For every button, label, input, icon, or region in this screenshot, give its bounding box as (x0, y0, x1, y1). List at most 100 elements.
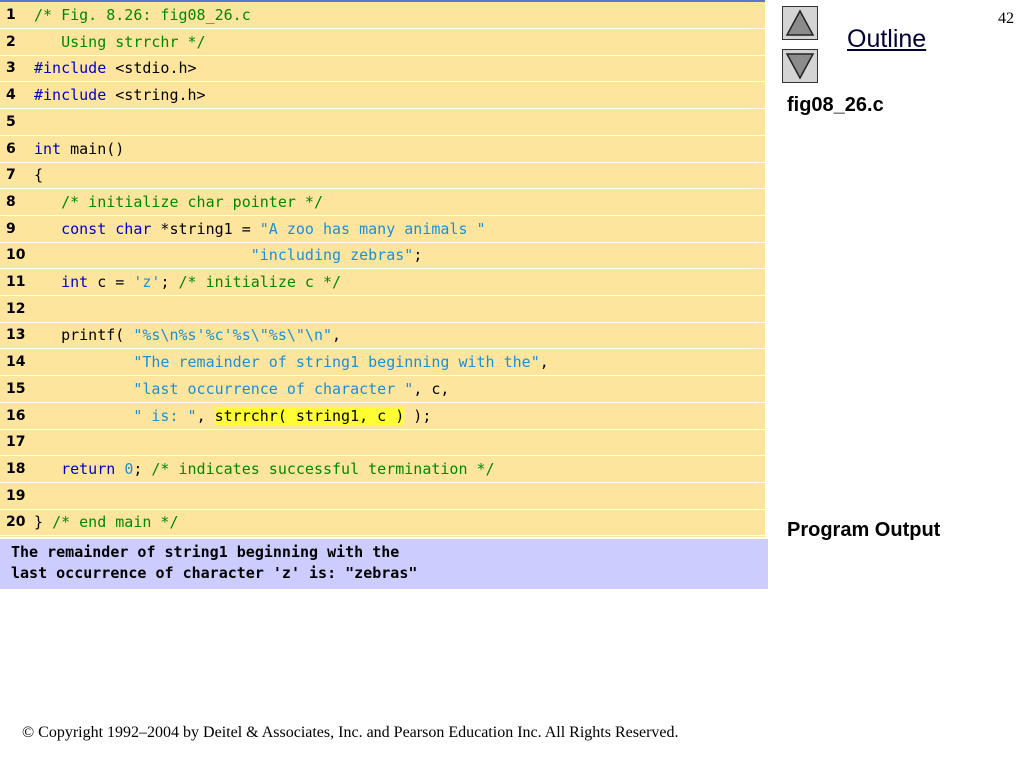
code-text: } /* end main */ (34, 509, 179, 535)
code-line: 16 " is: ", strrchr( string1, c ) ); (0, 403, 765, 430)
code-token: "%s\n%s'%c'%s\"%s\"\n" (133, 326, 333, 344)
code-text: { (34, 162, 43, 188)
program-output-label: Program Output (787, 519, 941, 541)
line-number: 16 (6, 408, 26, 424)
code-token: ); (404, 407, 432, 425)
code-text: /* initialize char pointer */ (34, 189, 323, 215)
line-number: 6 (6, 141, 16, 157)
code-line: 5 (0, 109, 765, 136)
line-number: 9 (6, 221, 16, 237)
code-token: 0 (124, 460, 134, 478)
code-token: 'z' (133, 273, 161, 291)
code-token: printf( (34, 326, 134, 344)
code-token: , (539, 353, 549, 371)
code-token: main() (61, 140, 125, 158)
code-text: #include <string.h> (34, 82, 206, 108)
code-token: ; (160, 273, 179, 291)
outline-link[interactable]: Outline (847, 25, 926, 54)
code-token: , (196, 407, 215, 425)
triangle-down-icon (785, 53, 815, 80)
code-line: 2 Using strrchr */ (0, 29, 765, 56)
code-token: <stdio.h> (106, 59, 197, 77)
line-number: 19 (6, 488, 26, 504)
code-token: /* initialize c */ (178, 273, 342, 291)
code-line: 9 const char *string1 = "A zoo has many … (0, 216, 765, 243)
code-token: ; (133, 460, 152, 478)
line-number: 13 (6, 327, 26, 343)
code-token: return (61, 460, 116, 478)
code-token: /* Fig. 8.26: fig08_26.c (34, 6, 251, 24)
code-line: 14 "The remainder of string1 beginning w… (0, 349, 765, 376)
code-token: } (34, 513, 53, 531)
code-token: "A zoo has many animals " (259, 220, 486, 238)
line-number: 10 (6, 247, 26, 263)
code-text: return 0; /* indicates successful termin… (34, 456, 495, 482)
code-line: 19 (0, 483, 765, 510)
code-line: 6 int main() (0, 136, 765, 163)
code-token: , c, (413, 380, 450, 398)
output-line: last occurrence of character 'z' is: "ze… (11, 564, 418, 582)
line-number: 2 (6, 34, 16, 50)
code-token: "including zebras" (250, 246, 414, 264)
line-number: 11 (6, 274, 26, 290)
code-token: " is: " (133, 407, 197, 425)
code-line: 7{ (0, 162, 765, 189)
code-text: " is: ", strrchr( string1, c ) ); (34, 403, 431, 429)
code-token: *string1 = (151, 220, 260, 238)
code-token: { (34, 166, 44, 184)
code-token: <string.h> (106, 86, 206, 104)
code-line: 3 #include <stdio.h> (0, 55, 765, 82)
code-token: Using strrchr */ (34, 33, 206, 51)
code-text: int main() (34, 136, 124, 162)
code-token: /* initialize char pointer */ (61, 193, 323, 211)
line-number: 4 (6, 87, 16, 103)
code-line: 15 "last occurrence of character ", c, (0, 376, 765, 403)
code-token: ; (413, 246, 423, 264)
code-line: 4 #include <string.h> (0, 82, 765, 109)
file-name-label: fig08_26.c (787, 94, 884, 116)
code-text: "including zebras"; (34, 242, 423, 268)
line-number: 20 (6, 514, 26, 530)
code-line: 17 (0, 429, 765, 456)
triangle-up-icon (785, 9, 815, 36)
code-token: #include (34, 59, 107, 77)
line-number: 18 (6, 461, 26, 477)
code-line: 1 /* Fig. 8.26: fig08_26.c (0, 2, 765, 29)
previous-slide-button[interactable] (782, 6, 818, 40)
code-line: 10 "including zebras"; (0, 242, 765, 269)
code-text: #include <stdio.h> (34, 55, 197, 81)
highlighted-code: strrchr( string1, c ) (214, 407, 405, 425)
code-token: /* indicates successful termination */ (151, 460, 495, 478)
line-number: 17 (6, 434, 26, 450)
code-text: int c = 'z'; /* initialize c */ (34, 269, 341, 295)
code-line: 18 return 0; /* indicates successful ter… (0, 456, 765, 483)
slide-number: 42 (998, 10, 1014, 27)
code-token: /* end main */ (52, 513, 179, 531)
line-number: 1 (6, 7, 16, 23)
code-line: 11 int c = 'z'; /* initialize c */ (0, 269, 765, 296)
line-number: 7 (6, 167, 16, 183)
next-slide-button[interactable] (782, 49, 818, 83)
line-number: 8 (6, 194, 16, 210)
code-text: /* Fig. 8.26: fig08_26.c (34, 2, 251, 28)
line-number: 12 (6, 301, 26, 317)
code-line: 8 /* initialize char pointer */ (0, 189, 765, 216)
code-line: 12 (0, 296, 765, 323)
code-token: , (332, 326, 342, 344)
program-output-panel: The remainder of string1 beginning with … (0, 539, 768, 589)
line-number: 15 (6, 381, 26, 397)
code-text: const char *string1 = "A zoo has many an… (34, 216, 486, 242)
code-text: "last occurrence of character ", c, (34, 376, 449, 402)
code-token: "The remainder of string1 beginning with… (133, 353, 540, 371)
code-line: 13 printf( "%s\n%s'%c'%s\"%s\"\n", (0, 322, 765, 349)
code-token: c = (88, 273, 134, 291)
code-text: printf( "%s\n%s'%c'%s\"%s\"\n", (34, 322, 341, 348)
